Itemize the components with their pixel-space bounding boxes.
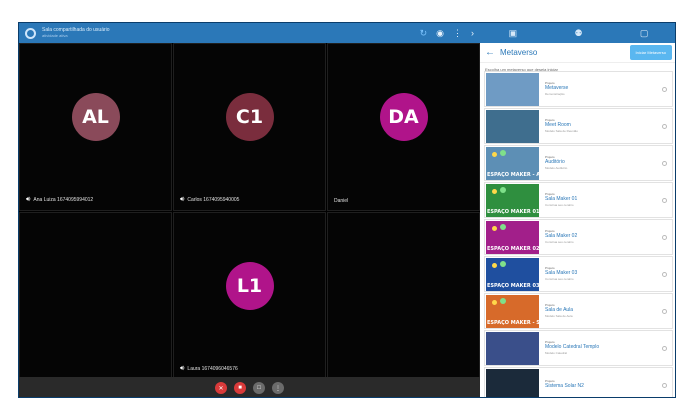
speaker-icon: 🔊︎ — [26, 196, 31, 203]
metaverse-name: Metaverse — [545, 85, 569, 92]
metaverse-list: Projeto Metaverse Demonstração Projeto Meet … — [480, 71, 675, 397]
avatar: L1 — [225, 262, 274, 310]
metaverse-name: Sistema Solar N2 — [545, 382, 584, 389]
participant-name: Daniel — [334, 198, 349, 204]
select-radio[interactable] — [662, 271, 667, 277]
metaverse-item[interactable]: ESPAÇO MAKER - AUIProjetoAuditórioModelo… — [484, 145, 673, 181]
metaverse-name: Sala de Aula — [545, 307, 574, 314]
metaverse-panel: ▣ ⚉ ▢ ← Metaverso Iniciar Metaverso Esco… — [480, 23, 675, 397]
call-controls: ✕ ■ □ ⋮ — [19, 377, 480, 397]
metaverse-thumbnail: ESPAÇO MAKER - SAL — [486, 294, 539, 328]
panel-header: ← Metaverso Iniciar Metaverso — [480, 43, 675, 63]
select-radio[interactable] — [662, 345, 667, 351]
metaverse-name: Modelo Catedral Templo — [545, 344, 600, 351]
select-radio[interactable] — [662, 308, 667, 314]
select-radio[interactable] — [662, 234, 667, 240]
metaverse-description: Construa seu cenário — [545, 276, 574, 281]
metaverse-name: Sala Maker 03 — [545, 270, 578, 277]
metaverse-description: Construa seu cenário — [545, 239, 574, 244]
chat-icon[interactable]: ▣ — [509, 28, 518, 39]
speaker-icon: 🔊︎ — [180, 365, 185, 372]
metaverse-item[interactable]: ESPAÇO MAKER 03 Projeto Sala Maker 03 Const… — [484, 256, 673, 292]
top-bar: Sala compartilhada do usuário atividade … — [19, 23, 480, 43]
metaverse-name: Sala Maker 01 — [545, 196, 578, 203]
more-vert-icon[interactable]: ⋮ — [453, 28, 462, 38]
video-grid: AL 🔊︎ Ana Luiza 1674095994012 C1 🔊︎ Carlos… — [19, 43, 480, 385]
metaverse-description: Modelo Auditório — [545, 165, 568, 170]
avatar: DA — [379, 93, 428, 141]
people-icon[interactable]: ⚉ — [574, 28, 582, 39]
metaverse-thumbnail: ESPAÇO MAKER - AUI — [486, 146, 539, 180]
metaverse-item[interactable]: Projeto Metaverse Demonstração — [484, 71, 673, 107]
sync-icon[interactable]: ↻ — [420, 28, 428, 38]
app-window: Sala compartilhada do usuário atividade … — [18, 22, 676, 398]
participant-name: Ana Luiza 1674095994012 — [33, 197, 94, 203]
speaker-icon: 🔊︎ — [180, 196, 185, 203]
mic-off-icon[interactable]: ✕ — [215, 382, 227, 394]
thumbnail-caption: ESPAÇO MAKER 03 — [487, 282, 539, 289]
more-icon[interactable]: ⋮ — [272, 382, 284, 394]
metaverse-description: Demonstração — [545, 91, 565, 96]
thumbnail-caption: ESPAÇO MAKER - AUI — [487, 171, 539, 178]
panel-title: Metaverso — [500, 48, 538, 57]
select-radio[interactable] — [662, 86, 667, 92]
apps-icon[interactable]: ▢ — [640, 28, 649, 39]
metaverse-description: Modelo Sala de Aula — [545, 313, 573, 318]
room-subtitle: atividade ativa — [42, 33, 68, 38]
panel-tabs: ▣ ⚉ ▢ — [480, 23, 675, 43]
avatar: AL — [71, 93, 120, 141]
participant-tile[interactable]: DA Daniel — [327, 43, 480, 211]
thumbnail-caption: ESPAÇO MAKER 02 — [487, 245, 539, 252]
metaverse-thumbnail — [486, 72, 539, 106]
metaverse-item[interactable]: ESPAÇO MAKER 01 Projeto Sala Maker 01 Const… — [484, 182, 673, 218]
metaverse-thumbnail — [486, 109, 539, 143]
metaverse-description: Construa seu cenário — [545, 202, 574, 207]
screen-share-icon[interactable]: □ — [253, 382, 265, 394]
metaverse-thumbnail — [486, 331, 539, 365]
metaverse-name: Sala Maker 02 — [545, 233, 578, 240]
metaverse-name: Meet Room — [545, 122, 571, 129]
metaverse-thumbnail: ESPAÇO MAKER 03 — [486, 257, 539, 291]
select-radio[interactable] — [662, 123, 667, 129]
camera-off-icon[interactable]: ■ — [234, 382, 246, 394]
metaverse-description: Modelo Catedral — [545, 350, 568, 355]
select-radio[interactable] — [662, 197, 667, 203]
chevron-right-icon[interactable]: › — [471, 28, 474, 38]
metaverse-name: Auditório — [545, 159, 565, 166]
select-radio[interactable] — [662, 382, 667, 388]
empty-tile — [327, 212, 480, 380]
empty-tile — [19, 212, 172, 380]
metaverse-item[interactable]: ESPAÇO MAKER - SALProjetoSala de AulaMod… — [484, 293, 673, 329]
back-arrow-icon[interactable]: ← — [485, 47, 495, 58]
thumbnail-caption: ESPAÇO MAKER - SAL — [487, 319, 539, 326]
metaverse-thumbnail: ESPAÇO MAKER 02 — [486, 220, 539, 254]
select-radio[interactable] — [662, 160, 667, 166]
metaverse-item[interactable]: ESPAÇO MAKER 02 Projeto Sala Maker 02 Const… — [484, 219, 673, 255]
metaverse-thumbnail — [486, 368, 539, 397]
participant-tile[interactable]: C1 🔊︎ Carlos 1674095940005 — [173, 43, 326, 211]
metaverse-item[interactable]: Projeto Meet Room Modelo Sala de Reunião — [484, 108, 673, 144]
app-logo-icon — [25, 27, 36, 39]
participant-tile[interactable]: AL 🔊︎ Ana Luiza 1674095994012 — [19, 43, 172, 211]
metaverse-thumbnail: ESPAÇO MAKER 01 — [486, 183, 539, 217]
avatar: C1 — [225, 93, 274, 141]
participant-name: Laura 1674096046576 — [187, 366, 238, 372]
metaverse-description: Modelo Sala de Reunião — [545, 128, 578, 133]
metaverse-item[interactable]: Projeto Modelo Catedral Templo Modelo Cate… — [484, 330, 673, 366]
start-metaverse-button[interactable]: Iniciar Metaverso — [629, 45, 672, 60]
participant-name: Carlos 1674095940005 — [187, 197, 240, 203]
metaverse-item[interactable]: Projeto Sistema Solar N2 — [484, 367, 673, 397]
eye-icon[interactable]: ◉ — [436, 28, 444, 38]
thumbnail-caption: ESPAÇO MAKER 01 — [487, 208, 539, 215]
participant-tile[interactable]: L1 🔊︎ Laura 1674096046576 — [173, 212, 326, 380]
